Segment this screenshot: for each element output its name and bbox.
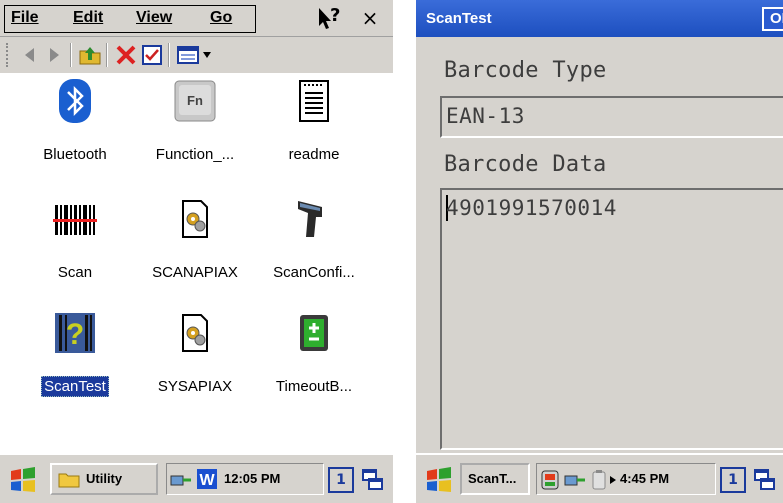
folder-icon xyxy=(58,473,80,488)
window-switch-icon[interactable] xyxy=(754,469,776,491)
word-app-icon[interactable]: W xyxy=(196,468,218,490)
svg-text:?: ? xyxy=(66,318,84,351)
file-label: Scan xyxy=(57,264,93,281)
input-mode-number: 1 xyxy=(336,472,346,488)
menu-go[interactable]: Go xyxy=(210,9,232,27)
barcode-type-value: EAN-13 xyxy=(446,104,525,128)
file-list: Bluetooth Fn Function_... readme Scan SC… xyxy=(0,73,393,453)
menu-edit[interactable]: Edit xyxy=(73,9,103,27)
barcode-data-field[interactable]: 4901991570014 xyxy=(440,188,783,450)
input-mode-number: 1 xyxy=(728,472,738,488)
barcode-icon xyxy=(53,205,97,235)
file-item-sysapiax[interactable]: SYSAPIAX xyxy=(136,305,254,415)
scantest-app-icon: ? xyxy=(55,313,95,353)
delete-icon[interactable] xyxy=(114,43,138,67)
file-label: Bluetooth xyxy=(43,146,107,163)
view-mode-icon[interactable] xyxy=(176,43,200,67)
file-label: ScanConfi... xyxy=(273,264,355,281)
file-label: Function_... xyxy=(155,146,235,163)
toolbar-separator xyxy=(106,43,108,67)
scanner-gun-icon xyxy=(298,201,322,237)
input-mode-indicator[interactable]: 1 xyxy=(328,467,354,493)
file-item-scantest[interactable]: ? ScanTest xyxy=(16,305,134,415)
gear-file-icon xyxy=(182,314,208,352)
barcode-data-label: Barcode Data xyxy=(444,152,607,177)
menu-file[interactable]: File xyxy=(11,9,39,27)
close-button[interactable]: × xyxy=(355,4,385,32)
properties-icon[interactable] xyxy=(140,43,164,67)
file-label: ScanTest xyxy=(41,376,109,397)
file-item-timeout[interactable]: TimeoutB... xyxy=(255,305,373,415)
file-item-scanconfig[interactable]: ScanConfi... xyxy=(255,191,373,301)
taskbar-button-utility[interactable]: Utility xyxy=(50,463,158,495)
svg-text:W: W xyxy=(199,472,215,489)
help-button[interactable]: ? xyxy=(314,4,344,32)
toolbar xyxy=(0,37,393,73)
forward-arrow-icon[interactable] xyxy=(42,43,66,67)
network-icon[interactable] xyxy=(564,470,586,490)
bluetooth-icon xyxy=(59,79,91,123)
chevron-right-icon[interactable] xyxy=(609,475,617,485)
menu-view[interactable]: View xyxy=(136,9,172,27)
file-label: SCANAPIAX xyxy=(152,264,238,281)
file-label: SYSAPIAX xyxy=(157,378,233,395)
toolbar-grip[interactable] xyxy=(6,43,10,67)
network-icon[interactable] xyxy=(170,470,192,490)
ok-button-label: OK xyxy=(770,10,783,27)
file-label: readme xyxy=(288,146,340,163)
close-icon: × xyxy=(361,6,379,30)
document-icon xyxy=(299,80,329,122)
battery-tray-icon[interactable] xyxy=(590,469,608,491)
barcode-data-value: 4901991570014 xyxy=(446,196,617,220)
gear-file-icon xyxy=(182,200,208,238)
file-item-function[interactable]: Fn Function_... xyxy=(136,73,254,183)
file-item-scan[interactable]: Scan xyxy=(16,191,134,301)
scanner-tray-icon[interactable] xyxy=(540,469,560,491)
title-bar: ScanTest OK xyxy=(416,0,783,37)
toolbar-separator xyxy=(168,43,170,67)
folder-up-icon[interactable] xyxy=(78,43,102,67)
back-arrow-icon[interactable] xyxy=(18,43,42,67)
scantest-window: ScanTest OK Barcode Type EAN-13 Barcode … xyxy=(416,0,783,503)
taskbar: ScanT... 4:45 PM 1 xyxy=(416,453,783,503)
clock[interactable]: 4:45 PM xyxy=(620,471,669,486)
function-key-icon: Fn xyxy=(174,80,216,122)
taskbar: Utility W 12:05 PM 1 xyxy=(0,453,393,503)
start-windows-icon[interactable] xyxy=(6,465,40,495)
toolbar-separator xyxy=(70,43,72,67)
explorer-window: File Edit View Go ? × Bluetooth Fn Funct… xyxy=(0,0,393,503)
taskbar-button-scantest[interactable]: ScanT... xyxy=(460,463,530,495)
battery-icon xyxy=(300,315,328,351)
input-mode-indicator[interactable]: 1 xyxy=(720,467,746,493)
barcode-type-label: Barcode Type xyxy=(444,58,607,83)
file-item-readme[interactable]: readme xyxy=(255,73,373,183)
start-windows-icon[interactable] xyxy=(422,465,456,495)
window-title: ScanTest xyxy=(426,10,492,27)
file-label: TimeoutB... xyxy=(275,378,353,395)
menu-group: File Edit View Go xyxy=(4,5,256,33)
ok-button[interactable]: OK xyxy=(762,7,783,31)
svg-text:Fn: Fn xyxy=(187,93,203,108)
window-switch-icon[interactable] xyxy=(362,469,384,491)
help-label: ? xyxy=(330,5,341,26)
clock[interactable]: 12:05 PM xyxy=(224,471,280,486)
file-item-bluetooth[interactable]: Bluetooth xyxy=(16,73,134,183)
taskbar-button-label: Utility xyxy=(86,471,123,486)
menu-bar: File Edit View Go ? × xyxy=(0,0,393,37)
taskbar-button-label: ScanT... xyxy=(468,471,517,486)
chevron-down-icon[interactable] xyxy=(202,51,212,59)
barcode-type-field[interactable]: EAN-13 xyxy=(440,96,783,138)
file-item-scanapiax[interactable]: SCANAPIAX xyxy=(136,191,254,301)
